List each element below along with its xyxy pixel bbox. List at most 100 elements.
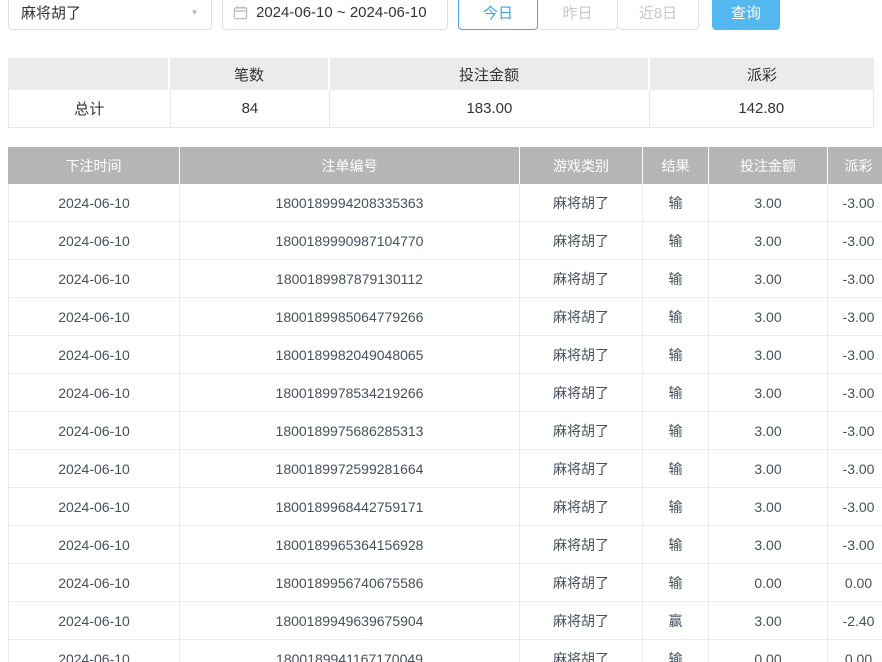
bet-id-cell: 1800189987879130112 — [180, 260, 520, 297]
table-row: 2024-06-101800189968442759171麻将胡了输3.00-3… — [8, 488, 882, 526]
payout-cell: -3.00 — [828, 412, 882, 449]
bet-amount-header: 投注金额 — [709, 147, 828, 184]
bet-id-cell: 1800189978534219266 — [180, 374, 520, 411]
game-type-cell: 麻将胡了 — [520, 450, 643, 487]
table-row: 2024-06-101800189978534219266麻将胡了输3.00-3… — [8, 374, 882, 412]
game-type-cell: 麻将胡了 — [520, 640, 643, 662]
bet-time-cell: 2024-06-10 — [8, 526, 180, 563]
table-row: 2024-06-101800189975686285313麻将胡了输3.00-3… — [8, 412, 882, 450]
payout-cell: -3.00 — [828, 488, 882, 525]
game-type-cell: 麻将胡了 — [520, 602, 643, 639]
result-cell: 输 — [643, 450, 709, 487]
game-type-cell: 麻将胡了 — [520, 412, 643, 449]
bet-id-cell: 1800189968442759171 — [180, 488, 520, 525]
summary-header-payout: 派彩 — [650, 58, 874, 90]
bet-amount-cell: 3.00 — [709, 488, 828, 525]
bet-amount-cell: 3.00 — [709, 222, 828, 259]
result-cell: 输 — [643, 374, 709, 411]
payout-cell: -3.00 — [828, 184, 882, 221]
bet-table-header-row: 下注时间注单编号游戏类别结果投注金额派彩 — [8, 147, 882, 184]
calendar-icon — [233, 5, 248, 20]
yesterday-button[interactable]: 昨日 — [537, 0, 618, 30]
game-type-cell: 麻将胡了 — [520, 184, 643, 221]
bet-time-cell: 2024-06-10 — [8, 640, 180, 662]
summary-total-count: 84 — [171, 90, 331, 127]
bet-id-cell: 1800189975686285313 — [180, 412, 520, 449]
payout-cell: -3.00 — [828, 526, 882, 563]
bet-id-header: 注单编号 — [180, 147, 520, 184]
result-cell: 输 — [643, 488, 709, 525]
table-row: 2024-06-101800189987879130112麻将胡了输3.00-3… — [8, 260, 882, 298]
result-cell: 输 — [643, 564, 709, 601]
game-type-cell: 麻将胡了 — [520, 336, 643, 373]
payout-cell: -3.00 — [828, 222, 882, 259]
bet-amount-cell: 3.00 — [709, 184, 828, 221]
bet-amount-cell: 3.00 — [709, 298, 828, 335]
payout-cell: 0.00 — [828, 564, 882, 601]
today-button[interactable]: 今日 — [458, 0, 538, 30]
bet-amount-cell: 3.00 — [709, 602, 828, 639]
date-range-picker[interactable]: 2024-06-10 ~ 2024-06-10 — [222, 0, 448, 30]
result-cell: 输 — [643, 298, 709, 335]
bet-time-cell: 2024-06-10 — [8, 374, 180, 411]
bet-id-cell: 1800189972599281664 — [180, 450, 520, 487]
result-cell: 输 — [643, 412, 709, 449]
payout-cell: -3.00 — [828, 336, 882, 373]
bet-amount-cell: 3.00 — [709, 260, 828, 297]
payout-cell: -3.00 — [828, 298, 882, 335]
bet-amount-cell: 0.00 — [709, 564, 828, 601]
bet-time-cell: 2024-06-10 — [8, 222, 180, 259]
table-row: 2024-06-101800189982049048065麻将胡了输3.00-3… — [8, 336, 882, 374]
result-header: 结果 — [643, 147, 709, 184]
result-cell: 输 — [643, 184, 709, 221]
game-type-cell: 麻将胡了 — [520, 260, 643, 297]
table-row: 2024-06-101800189956740675586麻将胡了输0.000.… — [8, 564, 882, 602]
game-type-cell: 麻将胡了 — [520, 526, 643, 563]
bet-id-cell: 1800189956740675586 — [180, 564, 520, 601]
result-cell: 输 — [643, 336, 709, 373]
date-range-value: 2024-06-10 ~ 2024-06-10 — [256, 4, 427, 21]
result-cell: 输 — [643, 222, 709, 259]
table-row: 2024-06-101800189994208335363麻将胡了输3.00-3… — [8, 184, 882, 222]
summary-total-bet-amount: 183.00 — [330, 90, 649, 127]
result-cell: 输 — [643, 526, 709, 563]
bet-time-cell: 2024-06-10 — [8, 260, 180, 297]
bet-id-cell: 1800189985064779266 — [180, 298, 520, 335]
payout-cell: -2.40 — [828, 602, 882, 639]
payout-cell: -3.00 — [828, 374, 882, 411]
search-button[interactable]: 查询 — [712, 0, 780, 30]
summary-header-bet-amount: 投注金额 — [330, 58, 650, 90]
result-cell: 输 — [643, 640, 709, 662]
payout-cell: 0.00 — [828, 640, 882, 662]
bet-time-cell: 2024-06-10 — [8, 336, 180, 373]
last-8-days-button[interactable]: 近8日 — [617, 0, 699, 30]
bet-time-header: 下注时间 — [8, 147, 180, 184]
bet-id-cell: 1800189982049048065 — [180, 336, 520, 373]
bet-amount-cell: 0.00 — [709, 640, 828, 662]
bet-id-cell: 1800189994208335363 — [180, 184, 520, 221]
game-type-cell: 麻将胡了 — [520, 564, 643, 601]
game-type-cell: 麻将胡了 — [520, 374, 643, 411]
payout-cell: -3.00 — [828, 450, 882, 487]
table-row: 2024-06-101800189949639675904麻将胡了赢3.00-2… — [8, 602, 882, 640]
bet-time-cell: 2024-06-10 — [8, 602, 180, 639]
bet-time-cell: 2024-06-10 — [8, 488, 180, 525]
result-cell: 输 — [643, 260, 709, 297]
bet-amount-cell: 3.00 — [709, 450, 828, 487]
game-select[interactable]: 麻将胡了 ▼ — [8, 0, 212, 30]
bet-records-table: 下注时间注单编号游戏类别结果投注金额派彩 2024-06-10180018999… — [8, 147, 882, 662]
game-type-header: 游戏类别 — [520, 147, 643, 184]
table-row: 2024-06-101800189965364156928麻将胡了输3.00-3… — [8, 526, 882, 564]
summary-table: 笔数 投注金额 派彩 总计 84 183.00 142.80 — [8, 58, 874, 128]
table-row: 2024-06-101800189941167170049麻将胡了输0.000.… — [8, 640, 882, 662]
game-type-cell: 麻将胡了 — [520, 222, 643, 259]
summary-total-payout: 142.80 — [650, 90, 873, 127]
table-row: 2024-06-101800189985064779266麻将胡了输3.00-3… — [8, 298, 882, 336]
bet-time-cell: 2024-06-10 — [8, 412, 180, 449]
game-type-cell: 麻将胡了 — [520, 488, 643, 525]
summary-header-count: 笔数 — [170, 58, 330, 90]
bet-time-cell: 2024-06-10 — [8, 450, 180, 487]
result-cell: 赢 — [643, 602, 709, 639]
payout-header: 派彩 — [828, 147, 882, 184]
bet-amount-cell: 3.00 — [709, 374, 828, 411]
